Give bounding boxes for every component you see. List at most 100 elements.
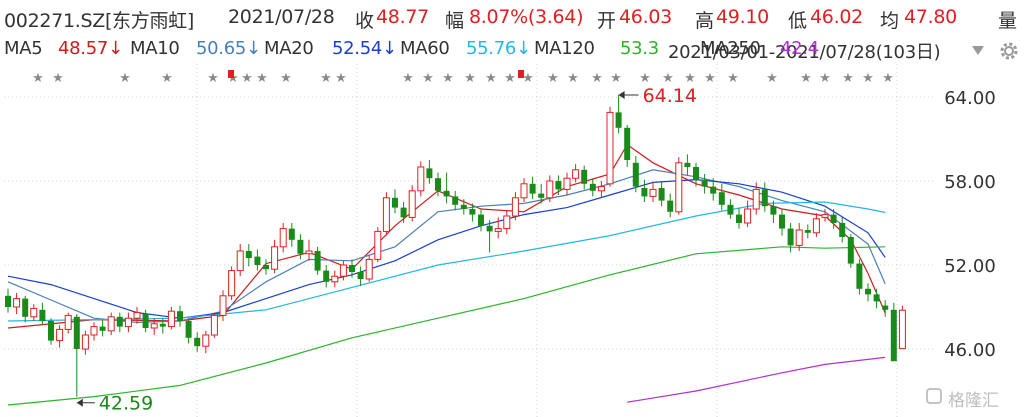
candle <box>563 172 571 195</box>
candle <box>684 154 691 176</box>
candle <box>675 157 683 215</box>
candle <box>727 199 734 219</box>
max-arrow-head-icon <box>618 91 625 100</box>
candle <box>787 223 794 253</box>
star-icon: ★ <box>862 71 874 86</box>
star-icon: ★ <box>335 71 347 86</box>
candle <box>417 161 425 197</box>
star-icon: ★ <box>32 71 44 86</box>
ma10-value: 50.65↓ <box>196 38 261 59</box>
candle <box>898 305 906 350</box>
quote-date: 2021/07/28 <box>228 6 335 28</box>
candle <box>133 307 141 324</box>
candle <box>443 172 450 204</box>
candle <box>39 302 46 326</box>
candle <box>779 209 785 236</box>
candle <box>736 207 742 229</box>
candle <box>228 266 236 300</box>
candle <box>873 288 880 309</box>
star-icon: ★ <box>684 71 696 86</box>
ma5-line <box>7 143 886 329</box>
candle <box>56 325 64 348</box>
low-label: 低 <box>788 10 807 32</box>
star-icon: ★ <box>464 71 476 86</box>
candle <box>107 312 115 335</box>
star-icon: ★ <box>662 71 674 86</box>
star-icon: ★ <box>485 71 497 86</box>
y-tick-label: 58.00 <box>944 172 996 193</box>
candle <box>236 244 244 277</box>
candle <box>263 259 269 275</box>
candle <box>99 319 106 337</box>
min-label: 42.59 <box>99 393 153 415</box>
candle <box>770 200 777 223</box>
high-value: 49.10 <box>716 6 769 28</box>
candle <box>667 193 674 218</box>
star-icon: ★ <box>800 71 812 86</box>
avg-value: 47.80 <box>904 6 957 28</box>
candle <box>64 312 72 334</box>
triangle-down-icon[interactable] <box>970 43 986 57</box>
candle <box>890 302 897 362</box>
candle <box>624 125 631 167</box>
candle <box>589 178 596 197</box>
candle <box>202 330 210 354</box>
star-icon: ★ <box>207 71 219 86</box>
candle <box>90 322 98 341</box>
candle <box>177 305 183 327</box>
candle <box>581 165 588 190</box>
star-icon: ★ <box>442 71 454 86</box>
candle <box>761 182 768 212</box>
candle <box>382 192 390 236</box>
candle <box>245 244 252 267</box>
change-label: 幅 <box>445 10 464 32</box>
candle <box>374 227 382 263</box>
ma-legend-bar: MA5 48.57↓ MA10 50.65↓ MA20 52.54↓ MA60 … <box>0 34 1027 64</box>
star-icon: ★ <box>422 71 434 86</box>
star-icon: ★ <box>280 71 292 86</box>
star-icon: ★ <box>567 71 579 86</box>
candle <box>254 249 261 271</box>
candle <box>392 189 398 214</box>
ma60-line <box>7 201 886 322</box>
candle <box>486 220 493 253</box>
ma20-label: MA20 <box>264 38 314 59</box>
candle <box>718 183 725 211</box>
candle <box>22 295 29 323</box>
flag-marker-icon <box>518 70 524 78</box>
candle <box>357 266 364 286</box>
star-icon: ★ <box>591 71 603 86</box>
candle <box>13 293 21 314</box>
gear-icon[interactable] <box>998 40 1020 62</box>
star-icon: ★ <box>610 71 622 86</box>
ma120-label: MA120 <box>534 38 595 59</box>
candle <box>812 213 820 237</box>
candle <box>219 290 227 321</box>
watermark-logo-icon <box>926 388 942 404</box>
star-icon: ★ <box>241 71 253 86</box>
candle <box>194 332 201 352</box>
candle <box>305 239 313 261</box>
candle <box>452 190 459 211</box>
candle <box>323 265 330 288</box>
star-icon: ★ <box>504 71 516 86</box>
candle <box>48 318 54 345</box>
star-icon: ★ <box>727 71 739 86</box>
candle <box>606 106 614 187</box>
star-icon: ★ <box>320 71 332 86</box>
candle <box>408 185 416 222</box>
ma5-value: 48.57↓ <box>58 38 123 59</box>
high-label: 高 <box>695 10 714 32</box>
candle <box>701 174 708 194</box>
candle <box>5 288 11 313</box>
star-icon: ★ <box>639 71 651 86</box>
candle <box>882 300 889 317</box>
candle <box>30 304 38 321</box>
y-tick-label: 52.00 <box>944 256 996 277</box>
candle <box>529 176 536 200</box>
star-icon: ★ <box>842 71 854 86</box>
candle <box>279 223 287 253</box>
star-icon: ★ <box>547 71 559 86</box>
candle <box>288 223 295 247</box>
candle <box>804 224 811 239</box>
